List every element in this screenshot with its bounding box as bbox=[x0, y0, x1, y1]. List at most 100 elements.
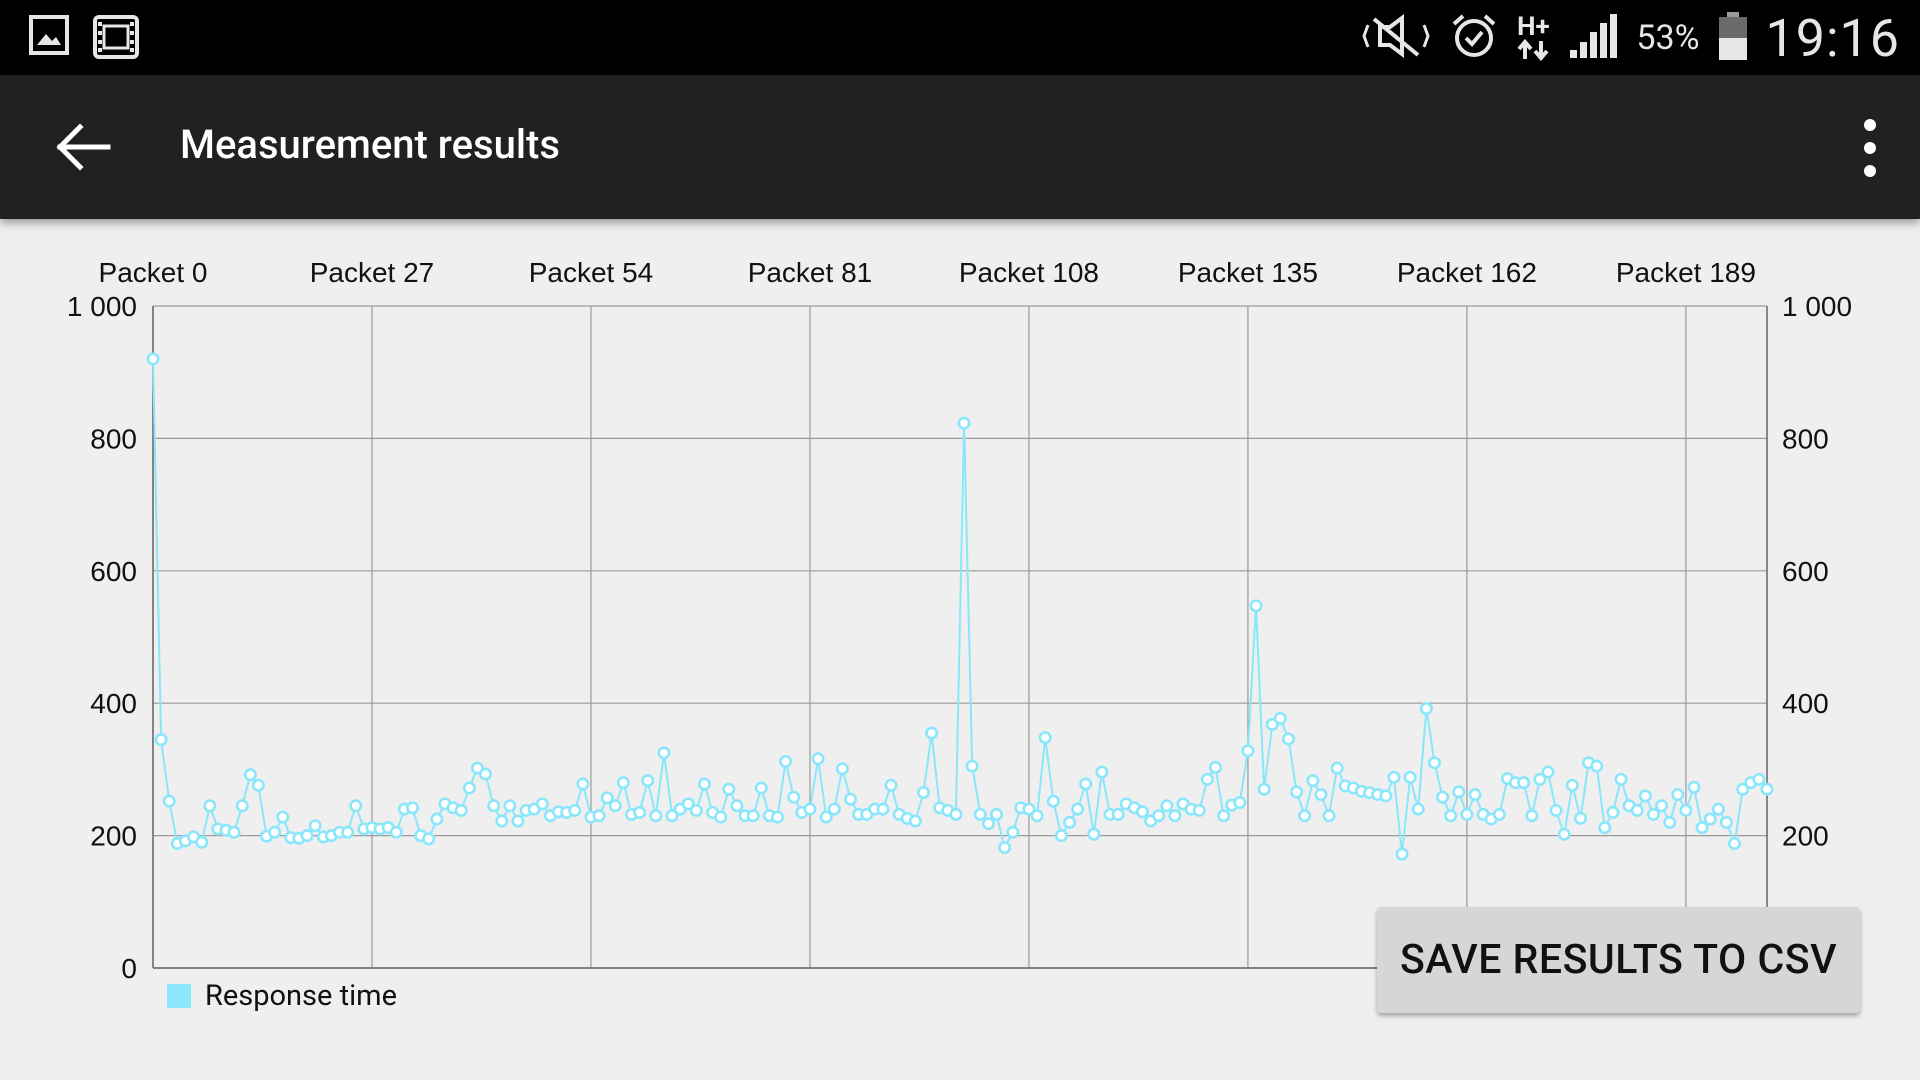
data-point bbox=[511, 814, 525, 828]
data-point bbox=[608, 799, 622, 813]
x-tick-label: Packet 189 bbox=[1616, 257, 1756, 288]
data-point bbox=[1549, 803, 1563, 817]
data-point bbox=[1330, 761, 1344, 775]
data-point bbox=[1071, 802, 1085, 816]
data-point bbox=[1192, 803, 1206, 817]
save-results-to-csv-button[interactable]: SAVE RESULTS TO CSV bbox=[1377, 907, 1860, 1013]
data-point bbox=[1403, 770, 1417, 784]
data-point bbox=[722, 782, 736, 796]
data-point bbox=[349, 799, 363, 813]
app-bar: Measurement results bbox=[0, 75, 1920, 219]
data-point bbox=[235, 799, 249, 813]
data-point bbox=[998, 841, 1012, 855]
data-point bbox=[1638, 789, 1652, 803]
data-point bbox=[1436, 790, 1450, 804]
data-point bbox=[1241, 744, 1255, 758]
data-point bbox=[1217, 809, 1231, 823]
data-point bbox=[1038, 731, 1052, 745]
data-point bbox=[787, 790, 801, 804]
legend-swatch bbox=[167, 984, 191, 1008]
data-point bbox=[568, 803, 582, 817]
data-point bbox=[495, 814, 509, 828]
data-point bbox=[973, 807, 987, 821]
data-point bbox=[1492, 807, 1506, 821]
data-point bbox=[1411, 802, 1425, 816]
data-point bbox=[1711, 802, 1725, 816]
data-point bbox=[276, 810, 290, 824]
data-point bbox=[146, 352, 160, 366]
data-point bbox=[1095, 765, 1109, 779]
data-point bbox=[1249, 599, 1263, 613]
data-point bbox=[1314, 788, 1328, 802]
data-point bbox=[422, 832, 436, 846]
data-point bbox=[1006, 825, 1020, 839]
x-tick-label: Packet 0 bbox=[99, 257, 208, 288]
data-point bbox=[965, 759, 979, 773]
x-tick-label: Packet 135 bbox=[1178, 257, 1318, 288]
data-point bbox=[308, 819, 322, 833]
data-point bbox=[1298, 809, 1312, 823]
overflow-menu-button[interactable] bbox=[1850, 113, 1890, 183]
data-point bbox=[633, 805, 647, 819]
gallery-icon bbox=[28, 14, 70, 64]
data-point bbox=[689, 803, 703, 817]
data-point bbox=[1054, 829, 1068, 843]
data-point bbox=[1030, 809, 1044, 823]
data-point bbox=[698, 777, 712, 791]
data-point bbox=[1565, 778, 1579, 792]
data-point bbox=[1379, 789, 1393, 803]
data-point bbox=[714, 810, 728, 824]
data-point bbox=[1719, 815, 1733, 829]
data-point bbox=[827, 802, 841, 816]
y-tick-label-left: 0 bbox=[121, 953, 137, 984]
data-point bbox=[1671, 788, 1685, 802]
data-point bbox=[1646, 807, 1660, 821]
data-point bbox=[487, 799, 501, 813]
data-point bbox=[730, 799, 744, 813]
back-button[interactable] bbox=[52, 119, 116, 175]
network-type-label: H+ bbox=[1517, 12, 1550, 42]
signal-icon bbox=[1568, 12, 1618, 64]
data-point bbox=[1452, 785, 1466, 799]
data-point bbox=[657, 746, 671, 760]
page-title: Measurement results bbox=[180, 121, 560, 168]
data-point bbox=[1062, 815, 1076, 829]
data-point bbox=[1427, 756, 1441, 770]
data-point bbox=[430, 812, 444, 826]
network-icon: H+ bbox=[1516, 12, 1550, 61]
alarm-icon bbox=[1450, 12, 1498, 64]
data-point bbox=[1160, 799, 1174, 813]
data-point bbox=[195, 835, 209, 849]
data-point bbox=[479, 767, 493, 781]
data-point bbox=[1460, 807, 1474, 821]
data-point bbox=[771, 810, 785, 824]
data-point bbox=[1468, 788, 1482, 802]
data-point bbox=[389, 825, 403, 839]
data-point bbox=[1517, 776, 1531, 790]
x-tick-label: Packet 81 bbox=[748, 257, 873, 288]
data-point bbox=[917, 786, 931, 800]
data-point bbox=[925, 726, 939, 740]
data-point bbox=[406, 801, 420, 815]
data-point bbox=[746, 809, 760, 823]
data-point bbox=[227, 825, 241, 839]
data-point bbox=[1541, 765, 1555, 779]
data-point bbox=[1687, 780, 1701, 794]
x-tick-label: Packet 108 bbox=[959, 257, 1099, 288]
data-point bbox=[1663, 815, 1677, 829]
data-point bbox=[268, 825, 282, 839]
data-point bbox=[1679, 803, 1693, 817]
data-point bbox=[1087, 827, 1101, 841]
data-point bbox=[1111, 807, 1125, 821]
data-point bbox=[803, 802, 817, 816]
data-point bbox=[779, 754, 793, 768]
y-tick-label-left: 400 bbox=[90, 688, 137, 719]
data-point bbox=[1557, 827, 1571, 841]
data-point bbox=[641, 774, 655, 788]
data-point bbox=[957, 416, 971, 430]
data-point bbox=[462, 781, 476, 795]
data-point bbox=[884, 778, 898, 792]
data-point bbox=[503, 799, 517, 813]
chart-legend: Response time bbox=[167, 979, 397, 1013]
y-tick-label-right: 200 bbox=[1782, 821, 1829, 852]
